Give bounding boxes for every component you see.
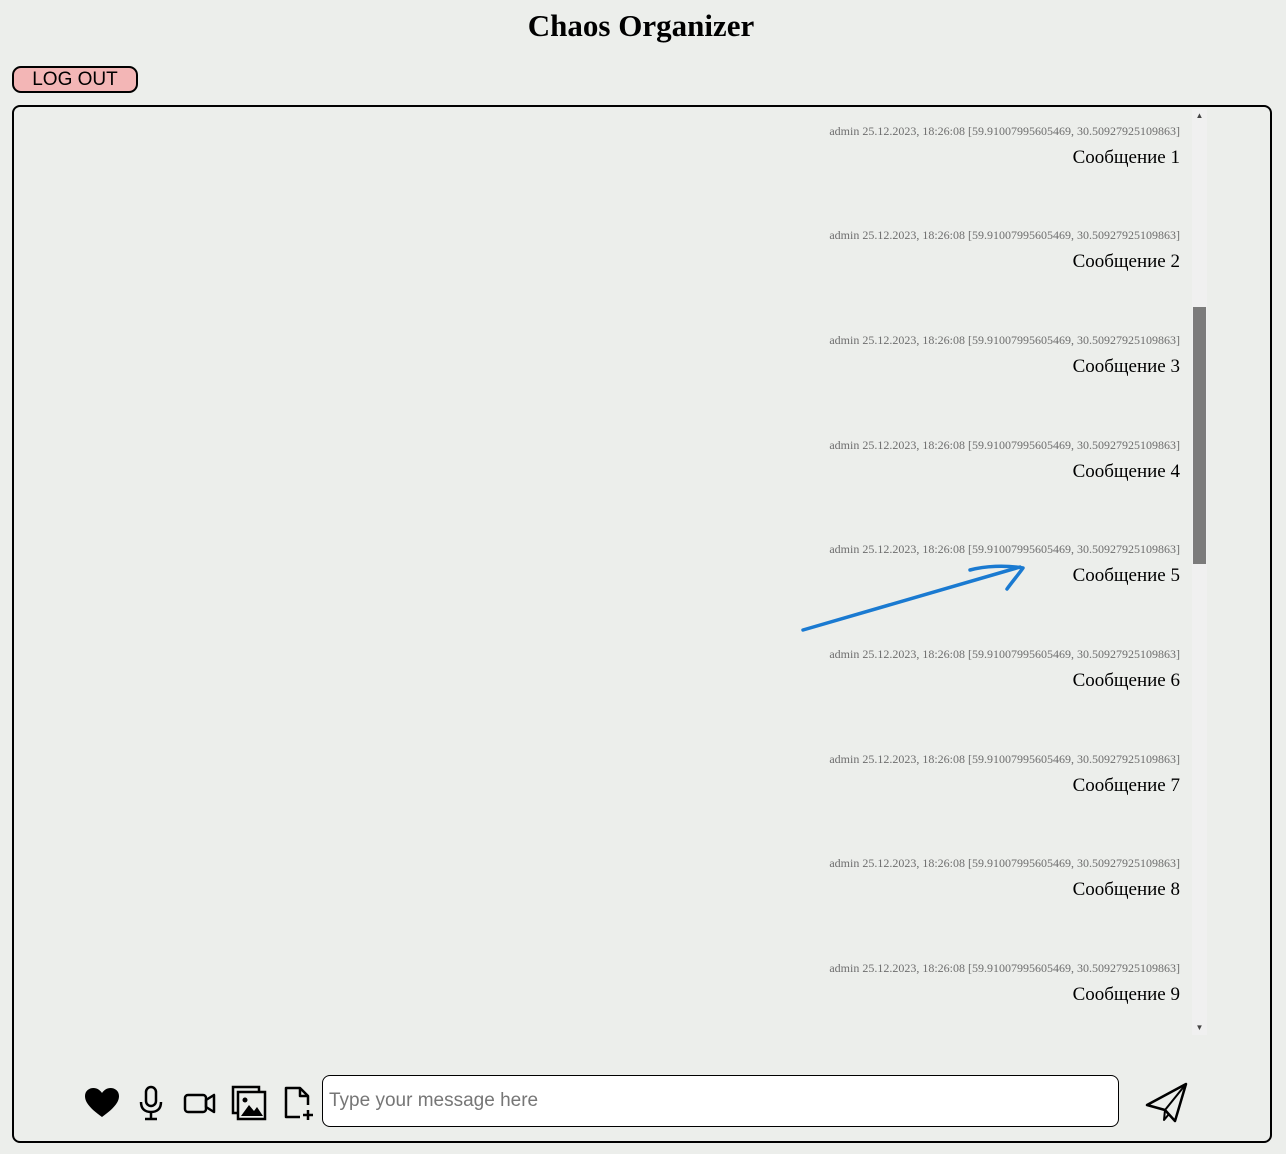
message-text: Сообщение 4 [1072,461,1180,482]
message-text: Сообщение 3 [1072,356,1180,377]
message-meta: admin 25.12.2023, 18:26:08 [59.910079956… [829,333,1180,347]
message-meta: admin 25.12.2023, 18:26:08 [59.910079956… [829,124,1180,138]
message-text: Сообщение 7 [1072,775,1180,796]
message-meta: admin 25.12.2023, 18:26:08 [59.910079956… [829,752,1180,766]
message-item: admin 25.12.2023, 18:26:08 [59.910079956… [580,124,1180,169]
message-item: admin 25.12.2023, 18:26:08 [59.910079956… [580,647,1180,692]
message-text: Сообщение 1 [1072,147,1180,168]
message-input[interactable] [322,1075,1119,1127]
scrollbar-thumb[interactable] [1193,307,1206,564]
page-title: Chaos Organizer [527,8,755,43]
send-icon[interactable] [1142,1077,1192,1127]
message-meta: admin 25.12.2023, 18:26:08 [59.910079956… [829,961,1180,975]
message-item: admin 25.12.2023, 18:26:08 [59.910079956… [580,856,1180,901]
message-item: admin 25.12.2023, 18:26:08 [59.910079956… [580,542,1180,587]
scroll-down-arrow-icon[interactable]: ▼ [1192,1021,1207,1035]
message-list[interactable]: admin 25.12.2023, 18:26:08 [59.910079956… [14,107,1191,1031]
heart-icon[interactable] [82,1083,122,1123]
message-text: Сообщение 5 [1072,565,1180,586]
scroll-up-arrow-icon[interactable]: ▲ [1192,109,1207,123]
file-add-icon[interactable] [278,1083,318,1123]
message-item: admin 25.12.2023, 18:26:08 [59.910079956… [580,438,1180,483]
message-meta: admin 25.12.2023, 18:26:08 [59.910079956… [829,542,1180,556]
video-camera-icon[interactable] [180,1083,220,1123]
message-item: admin 25.12.2023, 18:26:08 [59.910079956… [580,228,1180,273]
message-item: admin 25.12.2023, 18:26:08 [59.910079956… [580,961,1180,1006]
message-scrollbar[interactable]: ▲ ▼ [1192,109,1207,1035]
message-item: admin 25.12.2023, 18:26:08 [59.910079956… [580,333,1180,378]
message-text: Сообщение 6 [1072,670,1180,691]
message-meta: admin 25.12.2023, 18:26:08 [59.910079956… [829,228,1180,242]
logout-button[interactable]: LOG OUT [12,66,138,93]
microphone-icon[interactable] [131,1083,171,1123]
message-item: admin 25.12.2023, 18:26:08 [59.910079956… [580,752,1180,797]
chat-window: admin 25.12.2023, 18:26:08 [59.910079956… [12,105,1272,1143]
message-text: Сообщение 8 [1072,879,1180,900]
message-text: Сообщение 2 [1072,251,1180,272]
message-meta: admin 25.12.2023, 18:26:08 [59.910079956… [829,438,1180,452]
message-meta: admin 25.12.2023, 18:26:08 [59.910079956… [829,856,1180,870]
message-meta: admin 25.12.2023, 18:26:08 [59.910079956… [829,647,1180,661]
message-text: Сообщение 9 [1072,984,1180,1005]
images-icon[interactable] [229,1083,269,1123]
